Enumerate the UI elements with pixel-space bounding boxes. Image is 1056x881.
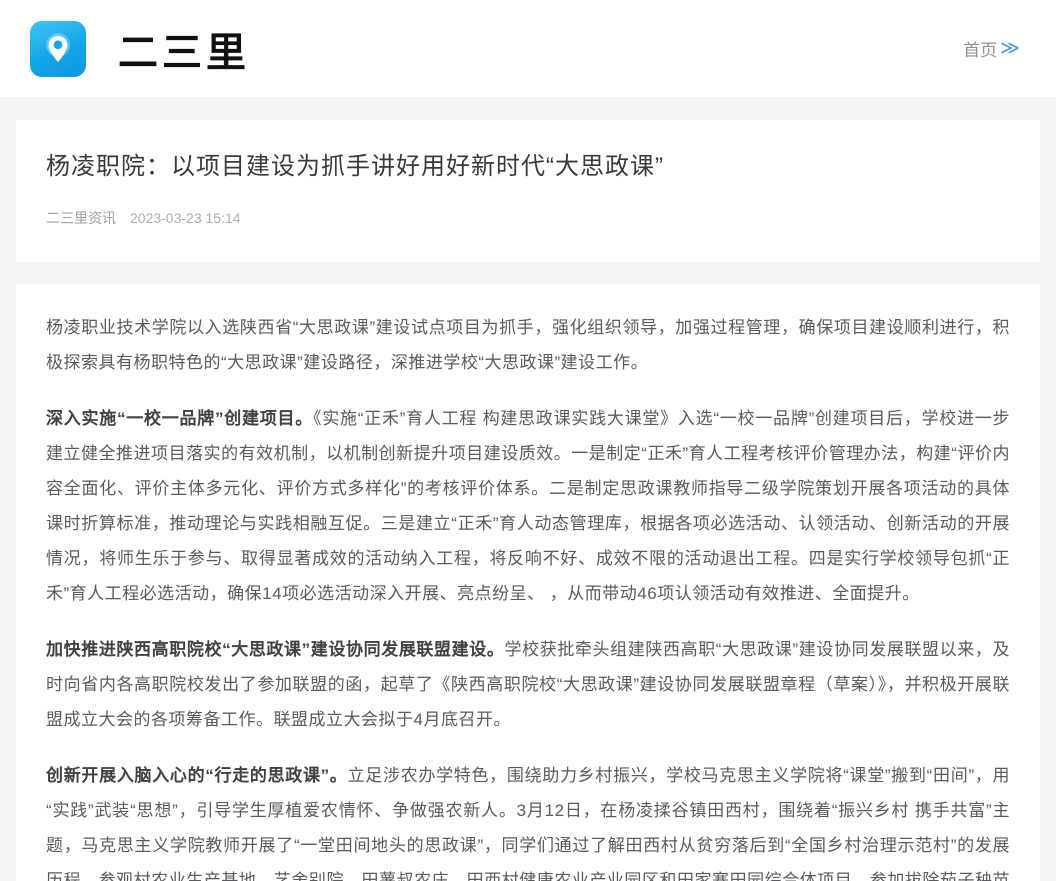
paragraph-lead: 创新开展入脑入心的“行走的思政课”。 xyxy=(46,766,348,785)
paragraph-text: 杨凌职业技术学院以入选陕西省“大思政课”建设试点项目为抓手，强化组织领导，加强过… xyxy=(46,318,1010,372)
article-body-card: 杨凌职业技术学院以入选陕西省“大思政课”建设试点项目为抓手，强化组织领导，加强过… xyxy=(16,284,1040,881)
article-paragraph-4: 创新开展入脑入心的“行走的思政课”。立足涉农办学特色，围绕助力乡村振兴，学校马克… xyxy=(46,758,1010,881)
paragraph-text: 《实施“正禾”育人工程 构建思政课实践大课堂》入选“一校一品牌”创建项目后，学校… xyxy=(46,409,1010,603)
location-pin-icon xyxy=(38,29,78,69)
nav-home-link[interactable]: 首页 ≫ xyxy=(963,36,1020,61)
paragraph-lead: 深入实施“一校一品牌”创建项目。 xyxy=(46,409,313,428)
double-chevron-right-icon: ≫ xyxy=(1000,37,1020,60)
article-paragraph-2: 深入实施“一校一品牌”创建项目。《实施“正禾”育人工程 构建思政课实践大课堂》入… xyxy=(46,401,1010,611)
ersanli-logo[interactable] xyxy=(30,21,86,77)
article-paragraph-3: 加快推进陕西高职院校“大思政课”建设协同发展联盟建设。学校获批牵头组建陕西高职“… xyxy=(46,632,1010,737)
article-paragraph-1: 杨凌职业技术学院以入选陕西省“大思政课”建设试点项目为抓手，强化组织领导，加强过… xyxy=(46,310,1010,380)
article-byline: 二三里资讯 2023-03-23 15:14 xyxy=(46,208,1010,228)
paragraph-lead: 加快推进陕西高职院校“大思政课”建设协同发展联盟建设。 xyxy=(46,640,504,659)
article-title: 杨凌职院：以项目建设为抓手讲好用好新时代“大思政课” xyxy=(46,150,1010,184)
article-source: 二三里资讯 xyxy=(46,208,116,228)
site-header: 二三里 首页 ≫ xyxy=(0,0,1056,97)
article-timestamp: 2023-03-23 15:14 xyxy=(130,210,241,226)
nav-home-label[interactable]: 首页 xyxy=(963,36,997,61)
article-title-card: 杨凌职院：以项目建设为抓手讲好用好新时代“大思政课” 二三里资讯 2023-03… xyxy=(16,120,1040,262)
brand-title: 二三里 xyxy=(118,20,250,78)
